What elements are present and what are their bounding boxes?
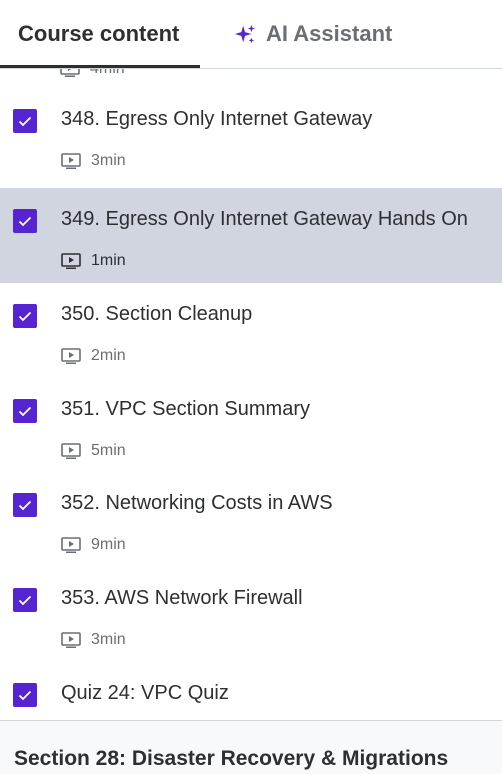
completed-checkbox[interactable] bbox=[13, 304, 37, 328]
quiz-title: Quiz 24: VPC Quiz bbox=[61, 682, 229, 704]
checkmark-icon bbox=[18, 500, 32, 510]
lecture-title: 349. Egress Only Internet Gateway Hands … bbox=[61, 208, 468, 230]
checkmark-icon bbox=[18, 406, 32, 416]
list-item-lecture[interactable]: 353. AWS Network Firewall 3min bbox=[0, 567, 502, 662]
lecture-duration: 2min bbox=[61, 347, 126, 365]
list-item-quiz[interactable]: Quiz 24: VPC Quiz bbox=[0, 662, 502, 720]
video-play-icon bbox=[61, 153, 81, 169]
lecture-title: 352. Networking Costs in AWS bbox=[61, 492, 333, 514]
completed-checkbox[interactable] bbox=[13, 109, 37, 133]
lecture-title: 353. AWS Network Firewall bbox=[61, 587, 303, 609]
video-play-icon bbox=[60, 69, 80, 77]
video-play-icon bbox=[61, 632, 81, 648]
active-tab-indicator bbox=[0, 65, 200, 68]
list-item-lecture[interactable]: 350. Section Cleanup 2min bbox=[0, 283, 502, 378]
section-title: Section 28: Disaster Recovery & Migratio… bbox=[14, 747, 449, 770]
completed-checkbox[interactable] bbox=[13, 683, 37, 707]
list-item-lecture[interactable]: 351. VPC Section Summary 5min bbox=[0, 378, 502, 473]
tab-ai-assistant-label: AI Assistant bbox=[266, 21, 393, 46]
duration-text: 1min bbox=[91, 252, 126, 269]
video-play-icon bbox=[61, 253, 81, 269]
list-item-previous-duration: 4min bbox=[60, 69, 125, 78]
lecture-duration: 3min bbox=[61, 631, 126, 649]
lecture-duration: 3min bbox=[61, 152, 126, 170]
lecture-title: 351. VPC Section Summary bbox=[61, 398, 310, 420]
previous-duration: 4min bbox=[90, 69, 125, 78]
completed-checkbox[interactable] bbox=[13, 588, 37, 612]
checkmark-icon bbox=[18, 311, 32, 321]
lecture-title: 350. Section Cleanup bbox=[61, 303, 253, 325]
duration-text: 3min bbox=[91, 631, 126, 648]
list-item-lecture[interactable]: 352. Networking Costs in AWS 9min bbox=[0, 472, 502, 567]
section-header[interactable]: Section 28: Disaster Recovery & Migratio… bbox=[0, 720, 502, 774]
completed-checkbox[interactable] bbox=[13, 209, 37, 233]
checkmark-icon bbox=[18, 595, 32, 605]
sparkle-icon bbox=[234, 24, 256, 44]
duration-text: 3min bbox=[91, 152, 126, 169]
lecture-duration: 5min bbox=[61, 442, 126, 460]
duration-text: 2min bbox=[91, 347, 126, 364]
tab-ai-assistant[interactable]: AI Assistant bbox=[234, 0, 392, 68]
tab-course-content[interactable]: Course content bbox=[18, 0, 179, 68]
list-item-lecture[interactable]: 348. Egress Only Internet Gateway 3min bbox=[0, 88, 502, 183]
lecture-title: 348. Egress Only Internet Gateway bbox=[61, 108, 373, 130]
completed-checkbox[interactable] bbox=[13, 399, 37, 423]
duration-text: 5min bbox=[91, 442, 126, 459]
checkmark-icon bbox=[18, 216, 32, 226]
lecture-duration: 9min bbox=[61, 536, 126, 554]
list-item-lecture-active[interactable]: 349. Egress Only Internet Gateway Hands … bbox=[0, 188, 502, 283]
tab-course-content-label: Course content bbox=[18, 21, 180, 46]
lecture-duration: 1min bbox=[61, 252, 126, 270]
course-content-list[interactable]: 4min 348. Egress Only Internet Gateway 3… bbox=[0, 69, 502, 720]
checkmark-icon bbox=[18, 690, 32, 700]
video-play-icon bbox=[61, 443, 81, 459]
sidebar-tabs: Course content AI Assistant bbox=[0, 0, 502, 69]
checkmark-icon bbox=[18, 116, 32, 126]
video-play-icon bbox=[61, 348, 81, 364]
duration-text: 9min bbox=[91, 536, 126, 553]
video-play-icon bbox=[61, 537, 81, 553]
completed-checkbox[interactable] bbox=[13, 493, 37, 517]
